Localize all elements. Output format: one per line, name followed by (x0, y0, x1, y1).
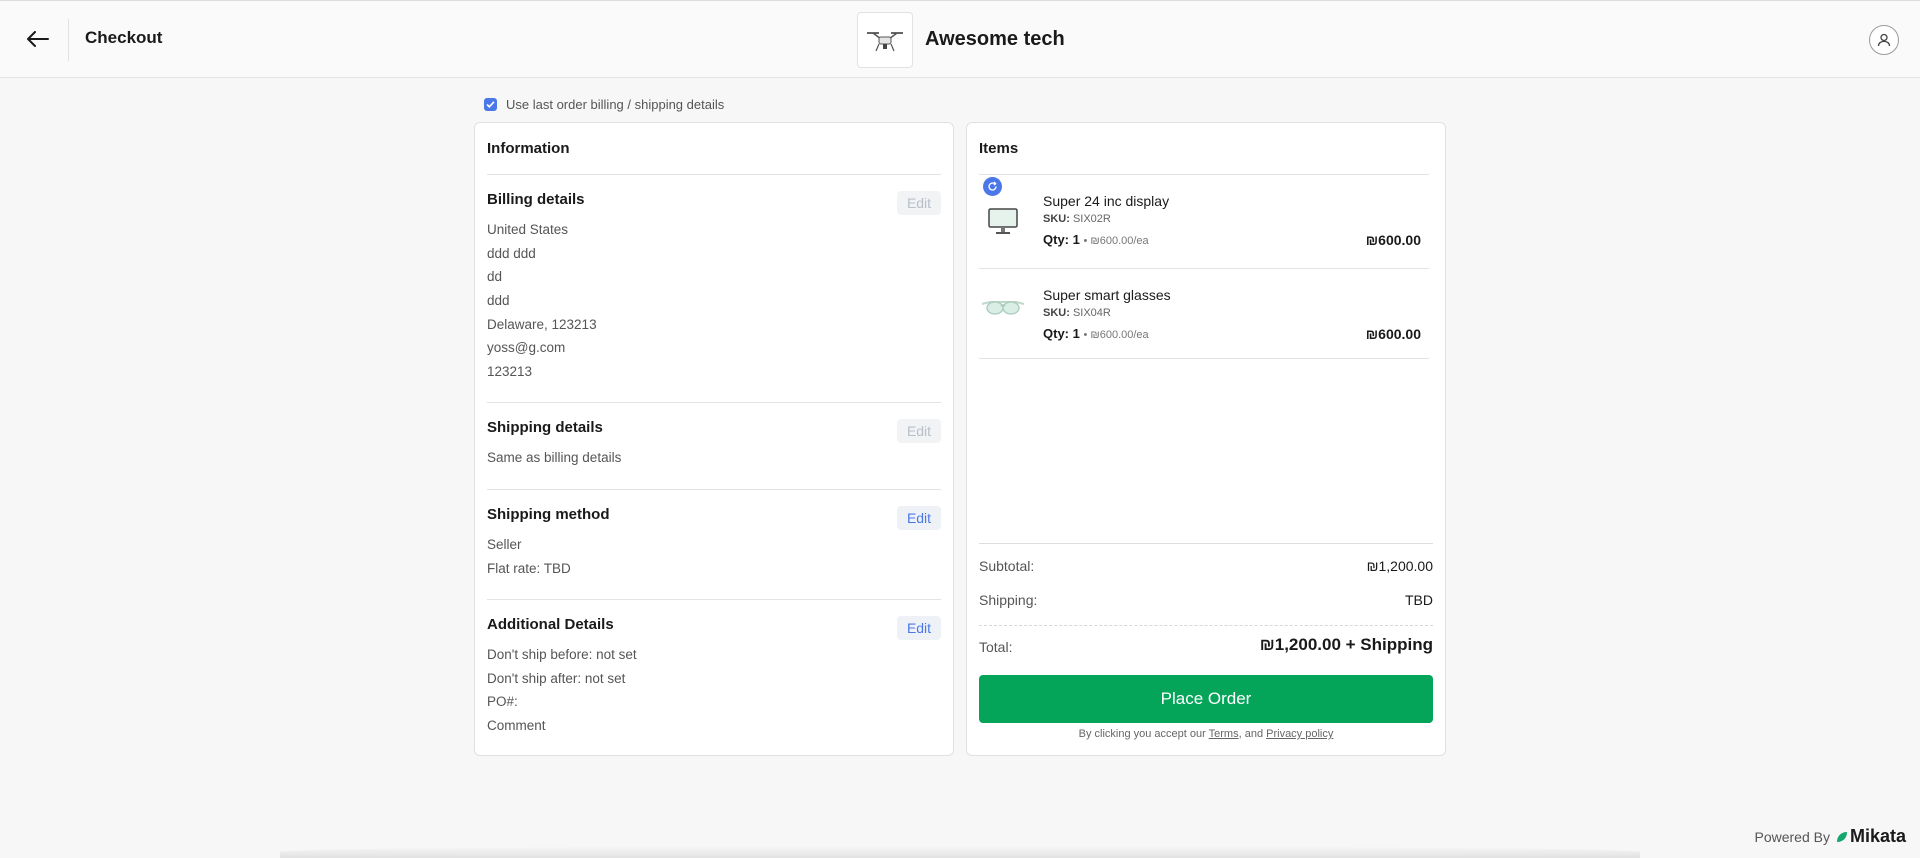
arrow-left-icon (27, 31, 49, 47)
items-title: Items (979, 140, 1019, 157)
shipping-method-rate: Flat rate: TBD (487, 560, 571, 576)
po-number: PO#: (487, 694, 518, 710)
product-thumbnail (979, 197, 1027, 245)
refresh-icon (988, 181, 997, 191)
comment: Comment (487, 718, 546, 734)
drone-icon (867, 32, 903, 52)
shipping-lines: Same as billing details (487, 446, 621, 470)
shipping-value: TBD (1405, 592, 1433, 608)
list-item: Super smart glasses SKU: SIX04R Qty: 1 •… (979, 269, 1429, 358)
item-qty: Qty: 1 • ₪600.00/ea (1043, 232, 1149, 247)
terms-notice: By clicking you accept our Terms, and Pr… (1078, 728, 1334, 740)
edit-additional-button[interactable]: Edit (897, 616, 941, 640)
shipping-line: Same as billing details (487, 450, 622, 465)
divider (487, 174, 941, 175)
back-button[interactable] (20, 21, 56, 57)
product-thumbnail (979, 282, 1027, 330)
item-sku: SKU: SIX04R (1043, 307, 1111, 319)
user-icon (1877, 33, 1891, 47)
divider (487, 489, 941, 490)
shipping-label: Shipping: (979, 592, 1038, 608)
use-last-order-checkbox[interactable] (484, 98, 497, 111)
item-name: Super smart glasses (1043, 287, 1171, 303)
billing-company: dd (487, 269, 503, 285)
billing-section: Billing details Edit United States ddd d… (487, 191, 941, 391)
check-icon (486, 101, 495, 108)
billing-email: yoss@g.com (487, 340, 566, 356)
item-sku: SKU: SIX02R (1043, 213, 1111, 225)
store-name: Awesome tech (925, 28, 1065, 50)
place-order-button[interactable]: Place Order (979, 675, 1433, 723)
items-card: Items Super 24 inc display SKU: SIX02R Q… (966, 122, 1446, 756)
edit-shipping-button[interactable]: Edit (897, 419, 941, 443)
information-card: Information Billing details Edit United … (474, 122, 954, 756)
ship-after: Don't ship after: not set (487, 670, 626, 686)
divider (979, 358, 1429, 359)
list-item: Super 24 inc display SKU: SIX02R Qty: 1 … (979, 175, 1429, 264)
total-row: Total: ₪1,200.00 + Shipping (979, 635, 1433, 657)
additional-title: Additional Details (487, 616, 614, 633)
brand-name: Mikata (1849, 826, 1906, 846)
information-title: Information (487, 140, 570, 157)
brand-logo[interactable]: Mikata (1836, 826, 1906, 847)
total-value: ₪1,200.00 + Shipping (1259, 635, 1433, 654)
refresh-badge (983, 177, 1002, 196)
leaf-icon (1836, 831, 1847, 842)
billing-phone: 123213 (487, 364, 533, 380)
use-last-order-label: Use last order billing / shipping detail… (506, 97, 725, 112)
privacy-link[interactable]: Privacy policy (1266, 728, 1333, 740)
billing-name: ddd ddd (487, 245, 536, 261)
billing-title: Billing details (487, 191, 585, 208)
item-name: Super 24 inc display (1043, 193, 1170, 209)
shipping-method-title: Shipping method (487, 506, 610, 523)
shipping-title: Shipping details (487, 419, 603, 436)
bottom-shadow (280, 846, 1640, 858)
dashed-divider (979, 625, 1433, 626)
monitor-icon (988, 208, 1018, 234)
divider (487, 599, 941, 600)
item-price: ₪600.00 (1365, 326, 1421, 342)
total-label: Total: (979, 639, 1013, 655)
account-button[interactable] (1869, 25, 1899, 55)
top-bar: Checkout Awesome tech (0, 0, 1920, 78)
divider (487, 402, 941, 403)
billing-address: ddd (487, 293, 510, 309)
totals-divider (979, 543, 1433, 544)
subtotal-value: ₪1,200.00 (1366, 558, 1433, 574)
billing-country: United States (487, 222, 569, 237)
subtotal-row: Subtotal: ₪1,200.00 (979, 558, 1433, 574)
shipping-row: Shipping: TBD (979, 592, 1433, 608)
item-qty: Qty: 1 • ₪600.00/ea (1043, 326, 1149, 341)
terms-link[interactable]: Terms (1209, 728, 1239, 740)
shipping-method-lines: Seller Flat rate: TBD (487, 533, 571, 580)
ship-before: Don't ship before: not set (487, 647, 637, 662)
shipping-method-section: Shipping method Edit Seller Flat rate: T… (487, 506, 941, 590)
edit-shipping-method-button[interactable]: Edit (897, 506, 941, 530)
page-title: Checkout (85, 28, 163, 47)
billing-region: Delaware, 123213 (487, 316, 597, 332)
glasses-icon (981, 301, 1025, 315)
header-divider (68, 19, 69, 61)
shipping-section: Shipping details Edit Same as billing de… (487, 419, 941, 479)
use-last-order-option[interactable]: Use last order billing / shipping detail… (484, 97, 724, 112)
edit-billing-button[interactable]: Edit (897, 191, 941, 215)
store-logo (857, 12, 913, 68)
powered-by-label: Powered By (1754, 828, 1830, 845)
powered-by: Powered By Mikata (1754, 826, 1906, 847)
subtotal-label: Subtotal: (979, 558, 1035, 574)
item-price: ₪600.00 (1365, 232, 1421, 248)
additional-lines: Don't ship before: not set Don't ship af… (487, 643, 637, 738)
additional-section: Additional Details Edit Don't ship befor… (487, 616, 941, 746)
billing-lines: United States ddd ddd dd ddd Delaware, 1… (487, 218, 597, 384)
shipping-method-seller: Seller (487, 537, 522, 552)
